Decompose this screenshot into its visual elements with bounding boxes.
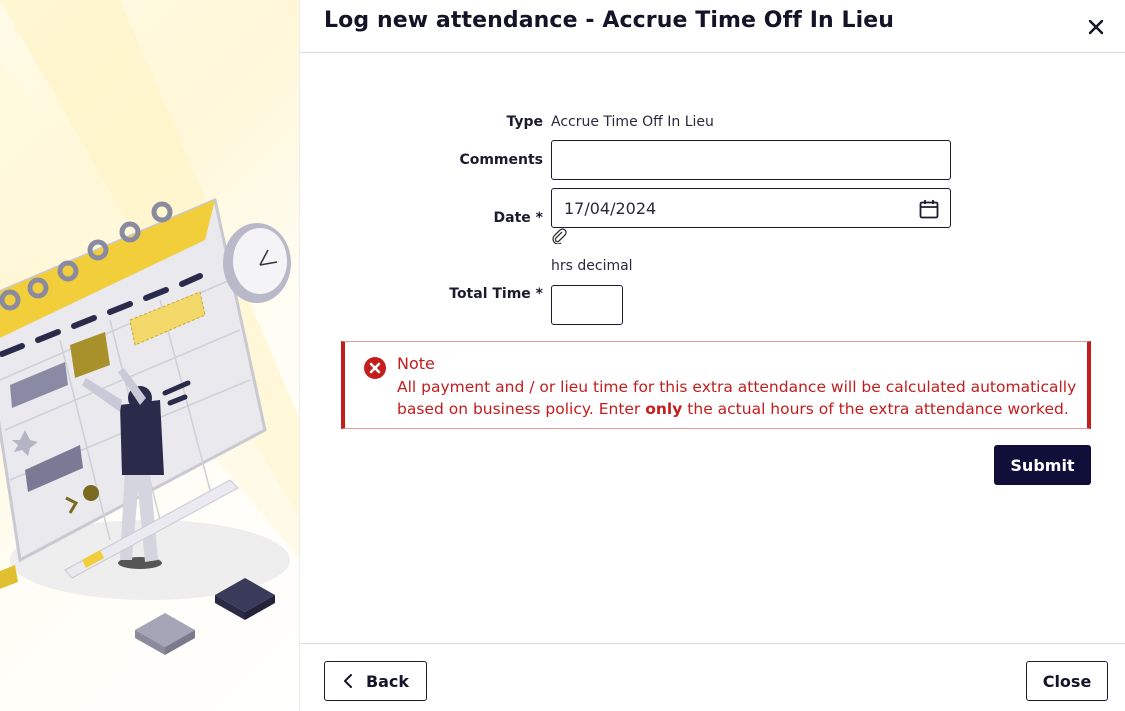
illustration-graphic: [0, 0, 299, 655]
comments-label: Comments: [459, 152, 543, 168]
back-button[interactable]: Back: [324, 661, 427, 701]
type-value: Accrue Time Off In Lieu: [551, 114, 714, 130]
dialog-header: Log new attendance - Accrue Time Off In …: [300, 0, 1125, 53]
submit-button[interactable]: Submit: [994, 445, 1091, 485]
date-input[interactable]: 17/04/2024: [551, 188, 951, 228]
close-icon[interactable]: [1085, 16, 1107, 38]
note-title: Note: [397, 354, 435, 373]
note-text-bold: only: [645, 400, 683, 418]
total-time-label: Total Time *: [449, 286, 543, 302]
note-alert: Note All payment and / or lieu time for …: [341, 341, 1091, 429]
calendar-illustration: [0, 0, 300, 711]
calendar-icon[interactable]: [918, 198, 940, 220]
unit-hint: hrs decimal: [551, 258, 633, 274]
error-circle-icon: [364, 357, 386, 379]
chevron-left-icon: [343, 674, 352, 688]
type-label: Type: [506, 114, 543, 130]
note-text-after: the actual hours of the extra attendance…: [682, 400, 1069, 418]
date-value: 17/04/2024: [564, 199, 657, 218]
dialog-footer: Back Close: [300, 643, 1125, 711]
back-label: Back: [365, 671, 410, 691]
close-button[interactable]: Close: [1026, 661, 1108, 701]
paperclip-icon[interactable]: [551, 228, 567, 244]
note-text: All payment and / or lieu time for this …: [397, 376, 1077, 420]
dialog-title: Log new attendance - Accrue Time Off In …: [324, 8, 895, 33]
comments-input[interactable]: [551, 140, 951, 180]
total-time-input[interactable]: [551, 285, 623, 325]
date-label: Date *: [493, 210, 543, 226]
attendance-dialog: Log new attendance - Accrue Time Off In …: [300, 0, 1125, 711]
